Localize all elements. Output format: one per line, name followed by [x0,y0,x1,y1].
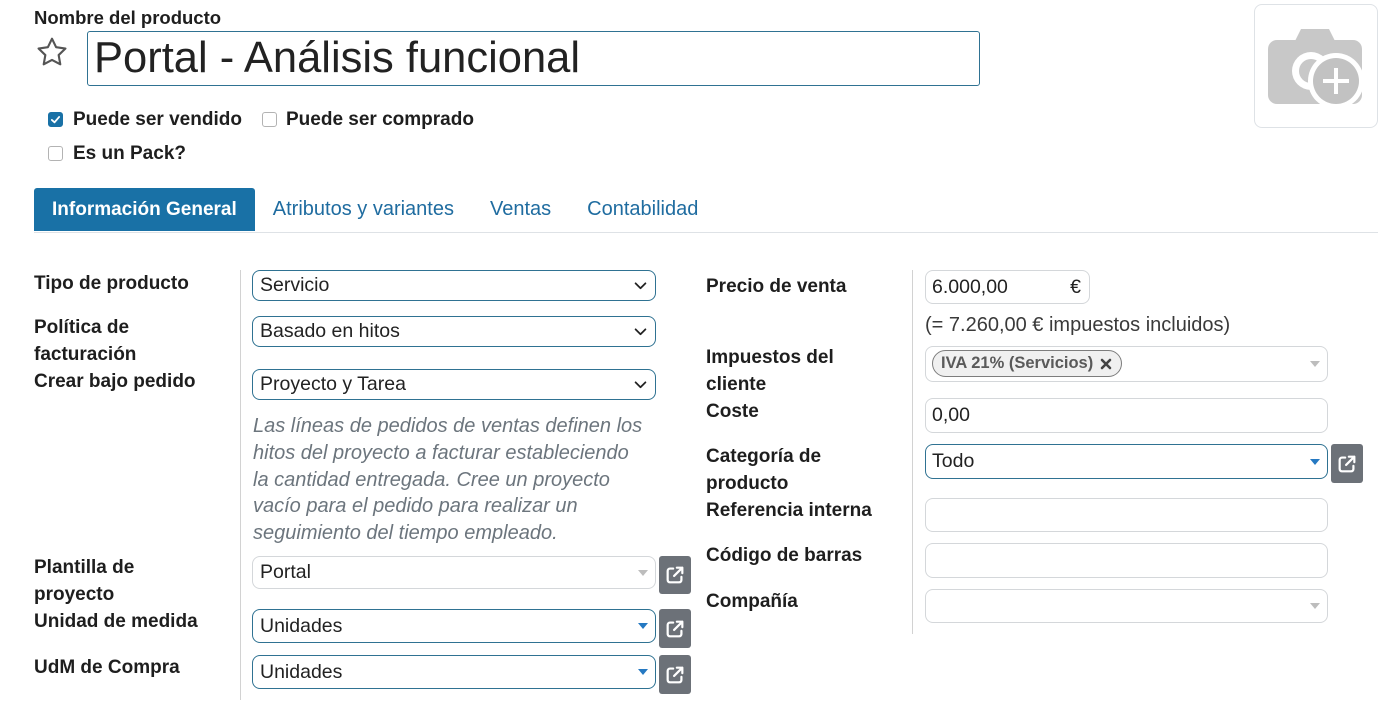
product-category-open-button[interactable] [1331,444,1363,483]
tabs-divider [34,232,1378,233]
invoice-policy-label: Política de facturación [34,317,137,365]
create-on-order-label: Crear bajo pedido [34,371,196,392]
star-icon[interactable] [35,35,69,69]
cost-label: Coste [706,401,759,422]
purchase-uom-label: UdM de Compra [34,657,180,678]
is-pack-label[interactable]: Es un Pack? [73,140,186,167]
cost-input[interactable]: 0,00 [925,398,1328,433]
product-category-value: Todo [932,450,975,472]
barcode-label: Código de barras [706,545,863,566]
external-link-icon [666,666,684,683]
check-icon [50,116,61,124]
invoice-policy-value: Basado en hitos [260,320,400,342]
company-field[interactable] [925,589,1328,623]
cost-value: 0,00 [932,404,970,426]
list-price-label: Precio de venta [706,276,847,297]
chevron-down-icon [634,281,647,289]
currency-symbol: € [1070,276,1081,298]
caret-down-icon[interactable] [638,669,648,675]
product-image-placeholder[interactable] [1254,4,1378,128]
project-template-label: Plantilla de proyecto [34,557,135,605]
uom-value: Unidades [260,614,343,637]
chevron-down-icon [634,380,647,388]
tax-tag-label: IVA 21% (Servicios) [941,354,1094,372]
camera-plus-icon [1268,29,1364,109]
chevron-down-icon [634,327,647,335]
tab-accounting[interactable]: Contabilidad [569,188,716,231]
company-label: Compañía [706,591,798,612]
project-template-open-button[interactable] [659,556,691,594]
notebook-tabs: Información General Atributos y variante… [34,188,716,231]
left-group-separator [240,270,241,700]
product-category-label: Categoría de producto [706,446,822,494]
product-name-input[interactable]: Portal - Análisis funcional [87,31,980,86]
create-on-order-value: Proyecto y Tarea [260,373,406,395]
is-pack-checkbox[interactable] [48,146,63,161]
internal-reference-label: Referencia interna [706,500,872,521]
uom-field[interactable]: Unidades [252,609,656,643]
project-template-field[interactable]: Portal [252,556,656,589]
right-group-separator [912,270,913,634]
tax-tag: IVA 21% (Servicios) [932,350,1123,377]
close-icon[interactable] [1100,358,1112,370]
can-be-purchased-label[interactable]: Puede ser comprado [286,106,474,133]
create-on-order-help-text: Las líneas de pedidos de ventas definen … [253,415,643,545]
purchase-uom-value: Unidades [260,660,343,683]
tab-attributes-variants[interactable]: Atributos y variantes [255,188,472,231]
product-type-select[interactable]: Servicio [252,270,656,301]
caret-down-icon[interactable] [638,569,648,576]
purchase-uom-field[interactable]: Unidades [252,655,656,689]
tab-sales[interactable]: Ventas [472,188,569,231]
product-name-label: Nombre del producto [34,7,222,28]
customer-taxes-field[interactable]: IVA 21% (Servicios) [925,346,1328,382]
product-type-label: Tipo de producto [34,273,189,294]
purchase-uom-open-button[interactable] [659,655,691,694]
caret-down-icon[interactable] [1310,458,1320,465]
uom-label: Unidad de medida [34,611,198,632]
can-be-purchased-checkbox[interactable] [262,112,277,127]
project-template-value: Portal [260,561,311,583]
list-price-input[interactable]: 6.000,00 € [925,270,1090,304]
uom-open-button[interactable] [659,609,691,648]
create-on-order-select[interactable]: Proyecto y Tarea [252,369,656,400]
product-type-value: Servicio [260,274,330,296]
list-price-value: 6.000,00 [932,275,1008,298]
tax-included-price-note: (= 7.260,00 € impuestos incluidos) [925,314,1231,336]
caret-down-icon[interactable] [1310,603,1320,609]
product-category-field[interactable]: Todo [925,444,1328,479]
can-be-sold-checkbox[interactable] [48,112,63,127]
external-link-icon [666,566,684,584]
customer-taxes-label: Impuestos del cliente [706,347,834,395]
product-form: Nombre del producto Portal - Análisis fu… [0,0,1397,719]
external-link-icon [666,620,684,637]
internal-reference-input[interactable] [925,498,1328,532]
can-be-sold-label[interactable]: Puede ser vendido [73,106,242,133]
tab-general-information[interactable]: Información General [34,188,255,231]
caret-down-icon[interactable] [638,623,648,629]
caret-down-icon[interactable] [1310,361,1320,367]
external-link-icon [1338,455,1356,472]
product-name-value: Portal - Análisis funcional [94,34,580,82]
barcode-input[interactable] [925,543,1328,578]
invoice-policy-select[interactable]: Basado en hitos [252,316,656,347]
